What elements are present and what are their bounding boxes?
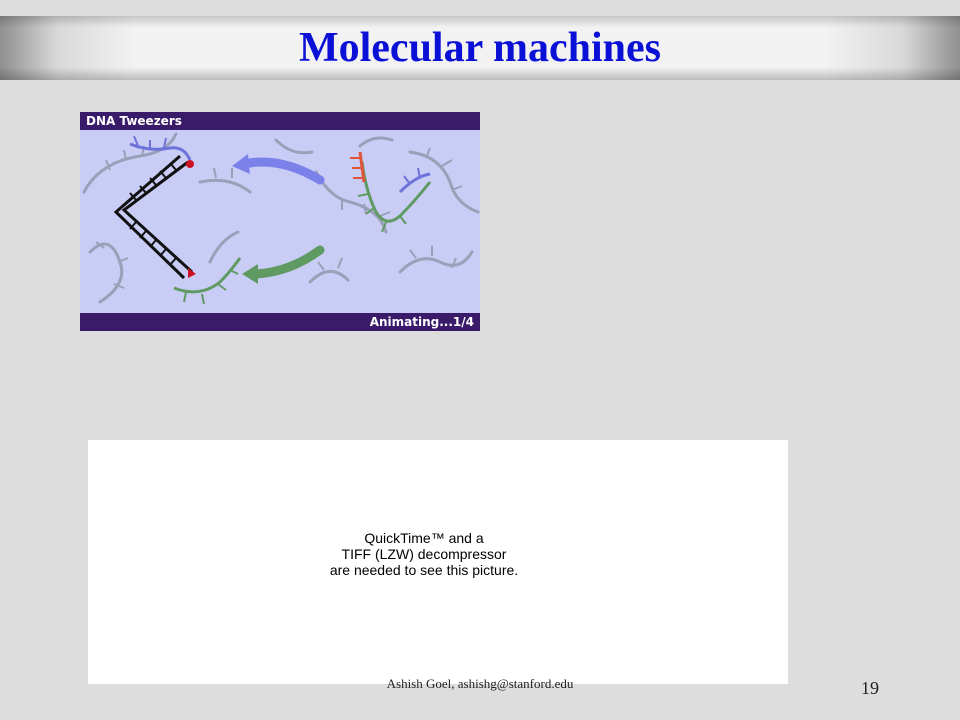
page-number: 19 <box>861 678 879 698</box>
quicktime-message: QuickTime™ and a TIFF (LZW) decompressor… <box>304 530 544 578</box>
footer-author: Ashish Goel, ashishg@stanford.edu <box>386 676 574 691</box>
red-fluorophore <box>186 160 194 168</box>
quicktime-line-2: TIFF (LZW) decompressor <box>341 546 507 562</box>
dna-tweezers-figure: DNA Tweezers Animating...1/4 <box>80 112 480 331</box>
quicktime-line-1: QuickTime™ and a <box>364 530 484 546</box>
figure-status: Animating...1/4 <box>370 315 474 329</box>
figure-header: DNA Tweezers <box>86 114 182 128</box>
quicktime-placeholder: QuickTime™ and a TIFF (LZW) decompressor… <box>88 440 788 684</box>
quicktime-line-3: are needed to see this picture. <box>329 562 519 578</box>
dna-tweezers-illustration: DNA Tweezers Animating...1/4 <box>80 112 480 331</box>
slide-title: Molecular machines <box>298 25 661 71</box>
